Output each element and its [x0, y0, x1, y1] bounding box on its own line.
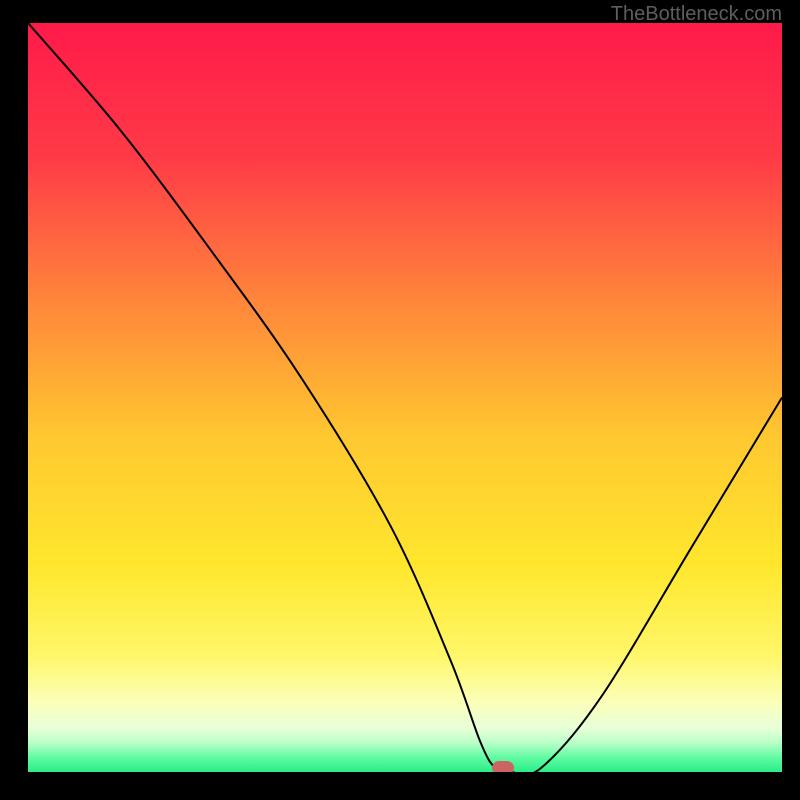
optimal-marker: [492, 761, 514, 772]
watermark-text: TheBottleneck.com: [611, 3, 782, 26]
bottleneck-curve: [28, 23, 782, 772]
plot-area: [28, 23, 782, 772]
